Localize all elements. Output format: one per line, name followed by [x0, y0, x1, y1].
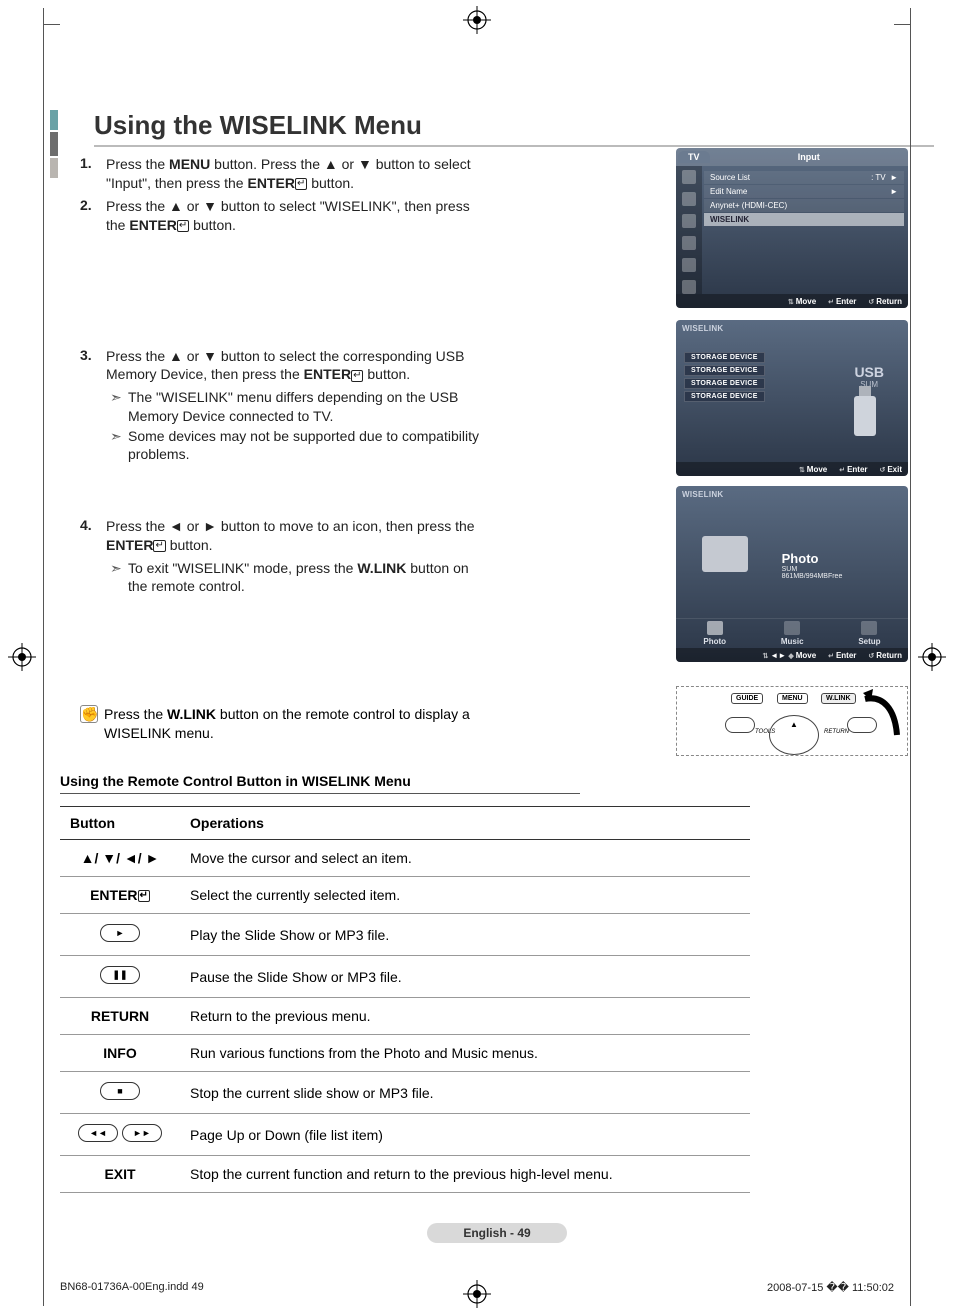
- storage-item: STORAGE DEVICE: [684, 352, 765, 363]
- setup-icon: [861, 621, 877, 635]
- print-footer: BN68-01736A-00Eng.indd 49 2008-07-15 �� …: [60, 1281, 894, 1294]
- osd1-sidebar: [676, 166, 702, 294]
- sidebar-icon: [682, 236, 696, 250]
- rewind-icon: ◄◄: [78, 1124, 118, 1142]
- photo-thumb-icon: [702, 536, 748, 572]
- remote-dpad: ▲: [769, 715, 819, 755]
- sidebar-icon: [682, 192, 696, 206]
- arrow-indicator-icon: [863, 689, 903, 749]
- photo-icon: [707, 621, 723, 635]
- osd1-body: Source List : TV ► Edit Name► Anynet+ (H…: [704, 170, 904, 292]
- remote-return-label: RETURN: [824, 729, 849, 735]
- osd3-tab-photo: Photo: [703, 621, 726, 646]
- remote-guide-button: GUIDE: [731, 693, 763, 704]
- pause-icon: ❚❚: [100, 966, 140, 984]
- music-icon: [784, 621, 800, 635]
- play-icon: ►: [100, 924, 140, 942]
- osd1-row-edit: Edit Name►: [704, 185, 904, 198]
- usb-stick-icon: [854, 396, 876, 436]
- osd-input-menu: TV Input Source List : TV ► Edit Name► A…: [676, 148, 908, 308]
- osd3-tab-setup: Setup: [858, 621, 880, 646]
- footer-timestamp: 2008-07-15 �� 11:50:02: [767, 1281, 894, 1294]
- osd3-body: Photo SUM 861MB/994MBFree: [676, 504, 908, 626]
- osd3-photo-title: Photo: [782, 551, 843, 566]
- storage-item: STORAGE DEVICE: [684, 378, 765, 389]
- osd1-footer: Move Enter Return: [676, 294, 908, 308]
- sidebar-icon: [682, 170, 696, 184]
- remote-menu-button: MENU: [777, 693, 808, 704]
- osd2-brand: WISELINK: [682, 324, 724, 333]
- stop-icon: ■: [100, 1082, 140, 1100]
- remote-diagram: GUIDE MENU W.LINK TOOLS RETURN ▲: [676, 686, 908, 756]
- osd1-title: Input: [710, 152, 908, 162]
- remote-wlink-button: W.LINK: [821, 693, 856, 704]
- osd3-photo-sub1: SUM: [782, 566, 843, 573]
- remote-up-icon: ▲: [790, 720, 798, 729]
- footer-filename: BN68-01736A-00Eng.indd 49: [60, 1281, 204, 1294]
- osd3-photo-sub2: 861MB/994MBFree: [782, 573, 843, 580]
- osd3-tab-music: Music: [781, 621, 804, 646]
- sidebar-icon: [682, 280, 696, 294]
- osd1-row-anynet: Anynet+ (HDMI-CEC): [704, 199, 904, 212]
- osd-photo-menu: WISELINK Photo SUM 861MB/994MBFree Photo…: [676, 486, 908, 662]
- osd3-tabs: Photo Music Setup: [676, 618, 908, 648]
- osd2-footer: Move Enter Exit: [676, 462, 908, 476]
- osd1-row-wiselink: WISELINK: [704, 213, 904, 226]
- osd1-row-source: Source List : TV ►: [704, 171, 904, 184]
- osd2-storage-list: STORAGE DEVICE STORAGE DEVICE STORAGE DE…: [684, 352, 765, 404]
- osd2-usb-label: USB: [854, 364, 884, 380]
- osd3-footer: ◄► Move Enter Return: [676, 648, 908, 662]
- storage-item: STORAGE DEVICE: [684, 391, 765, 402]
- osd-storage-select: WISELINK STORAGE DEVICE STORAGE DEVICE S…: [676, 320, 908, 476]
- remote-pill-left: [725, 717, 755, 733]
- sidebar-icon: [682, 258, 696, 272]
- storage-item: STORAGE DEVICE: [684, 365, 765, 376]
- sidebar-icon: [682, 214, 696, 228]
- ffwd-icon: ►►: [122, 1124, 162, 1142]
- section-accent-bar: [50, 110, 58, 180]
- osd1-tab: TV: [678, 151, 710, 163]
- osd3-brand: WISELINK: [682, 490, 724, 499]
- registration-mark-left: [8, 643, 36, 671]
- registration-mark-right: [918, 643, 946, 671]
